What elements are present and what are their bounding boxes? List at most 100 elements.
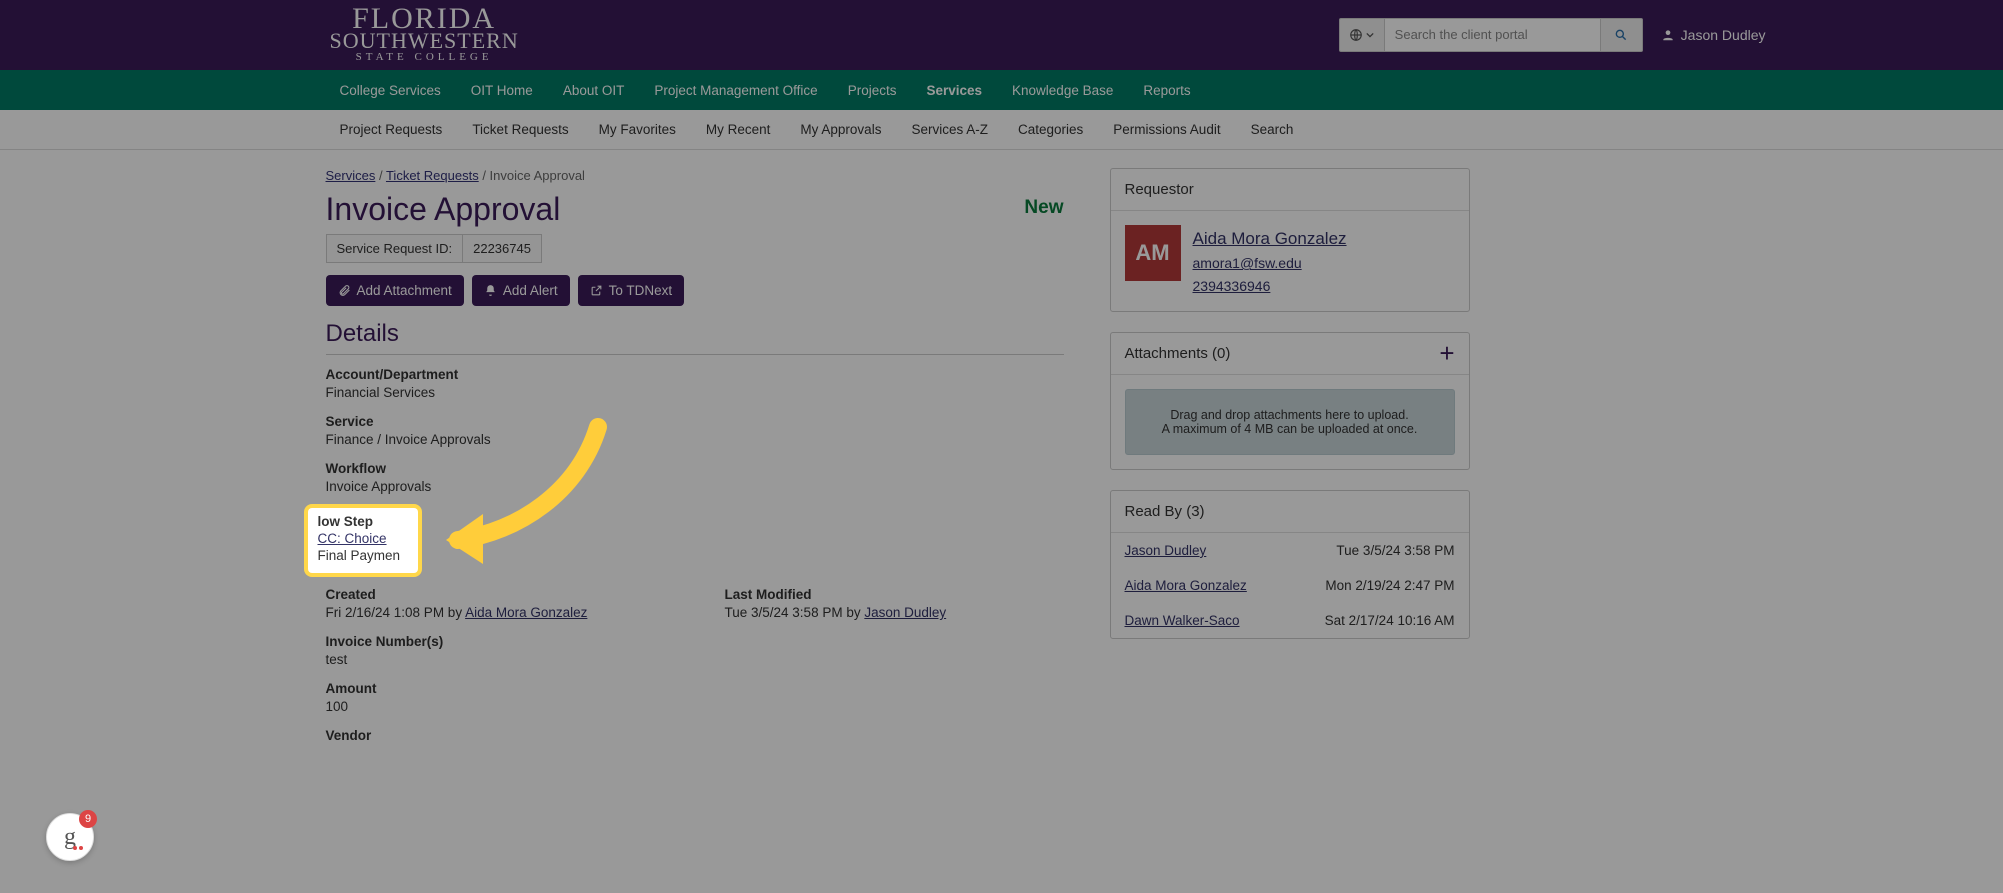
to-tdnext-button[interactable]: To TDNext (578, 275, 685, 306)
nav2-categories[interactable]: Categories (1004, 112, 1097, 147)
nav2-my-recent[interactable]: My Recent (692, 112, 785, 147)
requestor-name-link[interactable]: Aida Mora Gonzalez (1193, 225, 1347, 252)
globe-icon (1349, 28, 1363, 42)
workflow-label: Workflow (326, 461, 1064, 476)
search-scope-dropdown[interactable] (1339, 18, 1385, 52)
paperclip-icon (338, 284, 351, 297)
modified-by-link[interactable]: Jason Dudley (864, 605, 946, 620)
user-name: Jason Dudley (1681, 27, 1766, 43)
account-value: Financial Services (326, 385, 1064, 400)
readby-heading: Read By (3) (1111, 491, 1469, 533)
add-alert-label: Add Alert (503, 283, 558, 298)
srid-label: Service Request ID: (326, 234, 463, 263)
nav1-pmo[interactable]: Project Management Office (640, 73, 831, 108)
details-heading: Details (326, 320, 1064, 348)
add-attachment-button[interactable]: Add Attachment (326, 275, 464, 306)
nav2-project-requests[interactable]: Project Requests (326, 112, 457, 147)
cc-choice-link[interactable]: CC: Choice (318, 531, 408, 546)
created-by-link[interactable]: Aida Mora Gonzalez (465, 605, 587, 620)
breadcrumb-services[interactable]: Services (326, 168, 376, 183)
nav1-about-oit[interactable]: About OIT (549, 73, 639, 108)
attachments-heading: Attachments (0) (1125, 345, 1231, 362)
invoice-label: Invoice Number(s) (326, 634, 1064, 649)
widget-dots-icon (73, 846, 83, 850)
created-prefix: Fri 2/16/24 1:08 PM by (326, 605, 466, 620)
final-payment-partial: Final Paymen (318, 548, 408, 563)
readby-name-link[interactable]: Jason Dudley (1125, 543, 1207, 558)
amount-label: Amount (326, 681, 1064, 696)
readby-row: Aida Mora Gonzalez Mon 2/19/24 2:47 PM (1111, 568, 1469, 603)
readby-panel: Read By (3) Jason Dudley Tue 3/5/24 3:58… (1110, 490, 1470, 639)
workflow-value: Invoice Approvals (326, 479, 1064, 494)
nav1-services[interactable]: Services (912, 73, 996, 108)
external-link-icon (590, 284, 603, 297)
search-icon (1614, 28, 1628, 42)
dropzone-line1: Drag and drop attachments here to upload… (1136, 408, 1444, 422)
readby-time: Mon 2/19/24 2:47 PM (1325, 578, 1454, 593)
readby-name-link[interactable]: Dawn Walker-Saco (1125, 613, 1240, 628)
help-widget[interactable]: g 9 (46, 813, 94, 861)
modified-prefix: Tue 3/5/24 3:58 PM by (725, 605, 865, 620)
readby-row: Jason Dudley Tue 3/5/24 3:58 PM (1111, 533, 1469, 568)
nav-primary: College Services OIT Home About OIT Proj… (0, 70, 2003, 110)
user-icon (1661, 28, 1675, 42)
requestor-email-link[interactable]: amora1@fsw.edu (1193, 252, 1347, 274)
amount-value: 100 (326, 699, 1064, 714)
service-request-id: Service Request ID: 22236745 (326, 234, 542, 263)
readby-time: Sat 2/17/24 10:16 AM (1325, 613, 1455, 628)
requestor-heading: Requestor (1111, 169, 1469, 211)
page-title: Invoice Approval (326, 191, 561, 228)
chevron-down-icon (1366, 31, 1374, 39)
search-button[interactable] (1601, 18, 1643, 52)
attachment-dropzone[interactable]: Drag and drop attachments here to upload… (1125, 389, 1455, 455)
nav2-services-az[interactable]: Services A-Z (897, 112, 1002, 147)
created-value: Fri 2/16/24 1:08 PM by Aida Mora Gonzale… (326, 605, 665, 620)
nav2-my-favorites[interactable]: My Favorites (585, 112, 690, 147)
breadcrumb-current: Invoice Approval (490, 168, 585, 183)
avatar: AM (1125, 225, 1181, 281)
attachments-panel: Attachments (0) + Drag and drop attachme… (1110, 332, 1470, 470)
readby-time: Tue 3/5/24 3:58 PM (1336, 543, 1454, 558)
new-link[interactable]: New (1024, 197, 1063, 219)
nav-secondary: Project Requests Ticket Requests My Favo… (0, 110, 2003, 150)
highlight-region: low Step CC: Choice Final Paymen (308, 508, 1064, 573)
topbar: FLORIDA SOUTHWESTERN STATE COLLEGE (0, 0, 2003, 70)
widget-badge: 9 (79, 810, 97, 828)
srid-value: 22236745 (462, 234, 542, 263)
nav1-knowledge-base[interactable]: Knowledge Base (998, 73, 1127, 108)
to-tdnext-label: To TDNext (609, 283, 673, 298)
nav1-projects[interactable]: Projects (834, 73, 911, 108)
dropzone-line2: A maximum of 4 MB can be uploaded at onc… (1136, 422, 1444, 436)
search-input[interactable] (1385, 18, 1601, 52)
nav2-permissions-audit[interactable]: Permissions Audit (1099, 112, 1234, 147)
add-attachment-label: Add Attachment (357, 283, 452, 298)
logo-line2: SOUTHWESTERN (330, 31, 519, 51)
breadcrumb-ticket-requests[interactable]: Ticket Requests (386, 168, 479, 183)
modified-value: Tue 3/5/24 3:58 PM by Jason Dudley (725, 605, 1064, 620)
account-label: Account/Department (326, 367, 1064, 382)
readby-name-link[interactable]: Aida Mora Gonzalez (1125, 578, 1247, 593)
add-alert-button[interactable]: Add Alert (472, 275, 570, 306)
nav2-ticket-requests[interactable]: Ticket Requests (458, 112, 582, 147)
nav2-search[interactable]: Search (1237, 112, 1308, 147)
vendor-label: Vendor (326, 728, 1064, 743)
service-value: Finance / Invoice Approvals (326, 432, 1064, 447)
created-label: Created (326, 587, 665, 602)
invoice-value: test (326, 652, 1064, 667)
requestor-phone-link[interactable]: 2394336946 (1193, 275, 1347, 297)
nav1-oit-home[interactable]: OIT Home (457, 73, 547, 108)
readby-row: Dawn Walker-Saco Sat 2/17/24 10:16 AM (1111, 603, 1469, 638)
modified-label: Last Modified (725, 587, 1064, 602)
nav1-college-services[interactable]: College Services (326, 73, 455, 108)
user-menu[interactable]: Jason Dudley (1661, 27, 1766, 43)
logo: FLORIDA SOUTHWESTERN STATE COLLEGE (330, 7, 519, 63)
breadcrumb: Services / Ticket Requests / Invoice App… (326, 168, 1064, 183)
add-attachment-plus-button[interactable]: + (1439, 346, 1454, 360)
current-step-label-partial: low Step (318, 514, 408, 529)
details-divider (326, 354, 1064, 355)
nav1-reports[interactable]: Reports (1129, 73, 1204, 108)
requestor-panel: Requestor AM Aida Mora Gonzalez amora1@f… (1110, 168, 1470, 312)
nav2-my-approvals[interactable]: My Approvals (786, 112, 895, 147)
search-group (1339, 18, 1643, 52)
bell-icon (484, 284, 497, 297)
